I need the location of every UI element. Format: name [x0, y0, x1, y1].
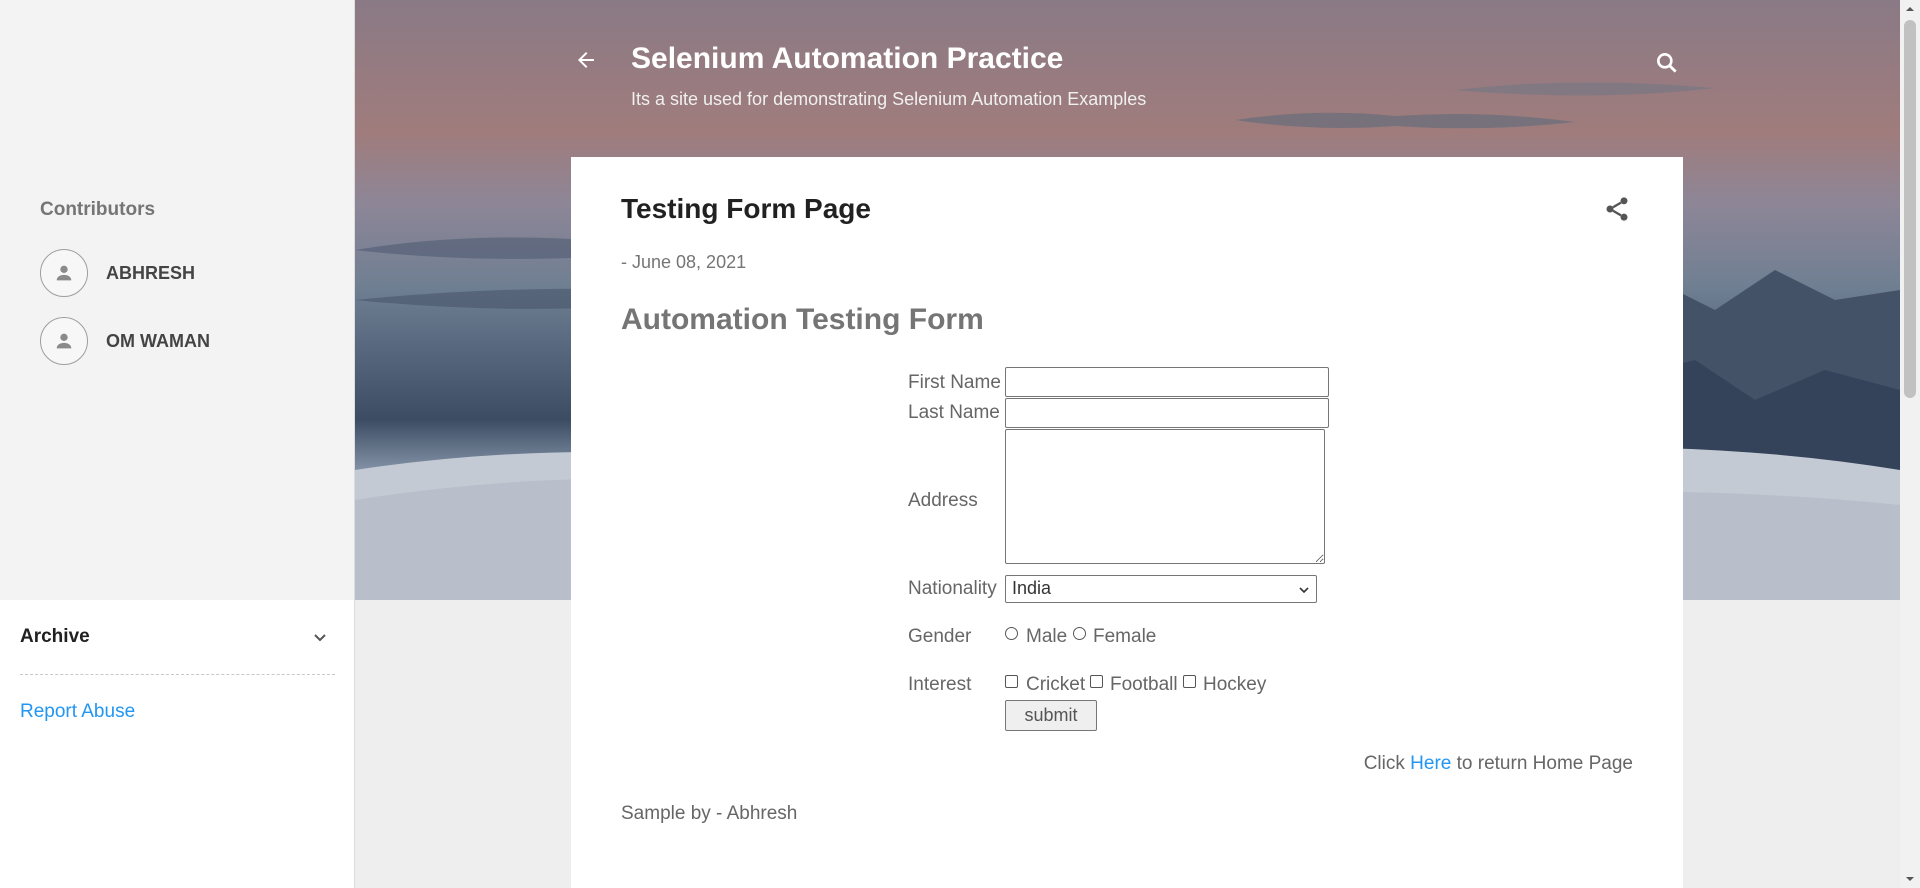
contributor-name[interactable]: ABHRESH — [106, 263, 195, 284]
gender-option-label: Male — [1026, 626, 1068, 647]
interest-label: Interest — [908, 674, 972, 695]
contributor-name[interactable]: OM WAMAN — [106, 331, 210, 352]
interest-cricket-checkbox[interactable] — [1005, 675, 1018, 688]
site-title[interactable]: Selenium Automation Practice — [631, 42, 1063, 76]
interest-football-checkbox[interactable] — [1090, 675, 1103, 688]
archive-title: Archive — [20, 626, 90, 647]
last-name-label: Last Name — [908, 402, 1000, 423]
scroll-up-arrow-icon[interactable] — [1905, 4, 1915, 14]
avatar[interactable] — [40, 317, 88, 365]
contributor-om-waman[interactable]: OM WAMAN — [40, 317, 210, 365]
return-suffix: to return Home Page — [1456, 753, 1633, 774]
chevron-down-icon[interactable] — [308, 626, 332, 650]
form-heading: Automation Testing Form — [621, 303, 984, 336]
avatar[interactable] — [40, 249, 88, 297]
scrollbar[interactable] — [1900, 0, 1920, 888]
nationality-label: Nationality — [908, 578, 997, 599]
gender-label: Gender — [908, 626, 972, 647]
gender-female-radio[interactable] — [1073, 627, 1086, 640]
interest-hockey-checkbox[interactable] — [1183, 675, 1196, 688]
scroll-down-arrow-icon[interactable] — [1905, 874, 1915, 884]
address-label: Address — [908, 490, 978, 511]
contributor-abhresh[interactable]: ABHRESH — [40, 249, 195, 297]
search-icon[interactable] — [1654, 50, 1680, 76]
nationality-select[interactable]: India — [1005, 575, 1317, 603]
post-title: Testing Form Page — [621, 193, 871, 224]
return-home-link[interactable]: Here — [1410, 753, 1451, 774]
site-description: Its a site used for demonstrating Seleni… — [631, 89, 1147, 109]
back-arrow-icon[interactable] — [574, 48, 598, 72]
report-abuse-link[interactable]: Report Abuse — [20, 701, 135, 723]
post-card: Testing Form Page - June 08, 2021 Automa… — [571, 157, 1683, 888]
divider — [20, 674, 335, 675]
address-field[interactable] — [1005, 429, 1325, 564]
contributors-title: Contributors — [40, 199, 156, 220]
sample-by-text: Sample by - Abhresh — [621, 803, 798, 824]
gender-male-radio[interactable] — [1005, 627, 1018, 640]
submit-button[interactable]: submit — [1005, 700, 1097, 731]
interest-option-label: Football — [1110, 674, 1178, 695]
first-name-label: First Name — [908, 372, 1001, 393]
interest-option-label: Hockey — [1203, 674, 1267, 695]
return-home-text: Click Here to return Home Page — [1364, 753, 1633, 775]
share-icon[interactable] — [1603, 195, 1631, 223]
interest-option-label: Cricket — [1026, 674, 1086, 695]
first-name-field[interactable] — [1005, 367, 1329, 397]
return-prefix: Click — [1363, 753, 1405, 774]
person-icon — [56, 333, 72, 349]
scrollbar-thumb[interactable] — [1904, 20, 1916, 398]
gender-option-label: Female — [1093, 626, 1157, 647]
nationality-selected-value: India — [1012, 578, 1052, 598]
person-icon — [56, 265, 72, 281]
chevron-down-icon — [1299, 587, 1309, 594]
post-date: - June 08, 2021 — [621, 252, 747, 272]
last-name-field[interactable] — [1005, 398, 1329, 428]
sidebar-top — [0, 0, 355, 600]
